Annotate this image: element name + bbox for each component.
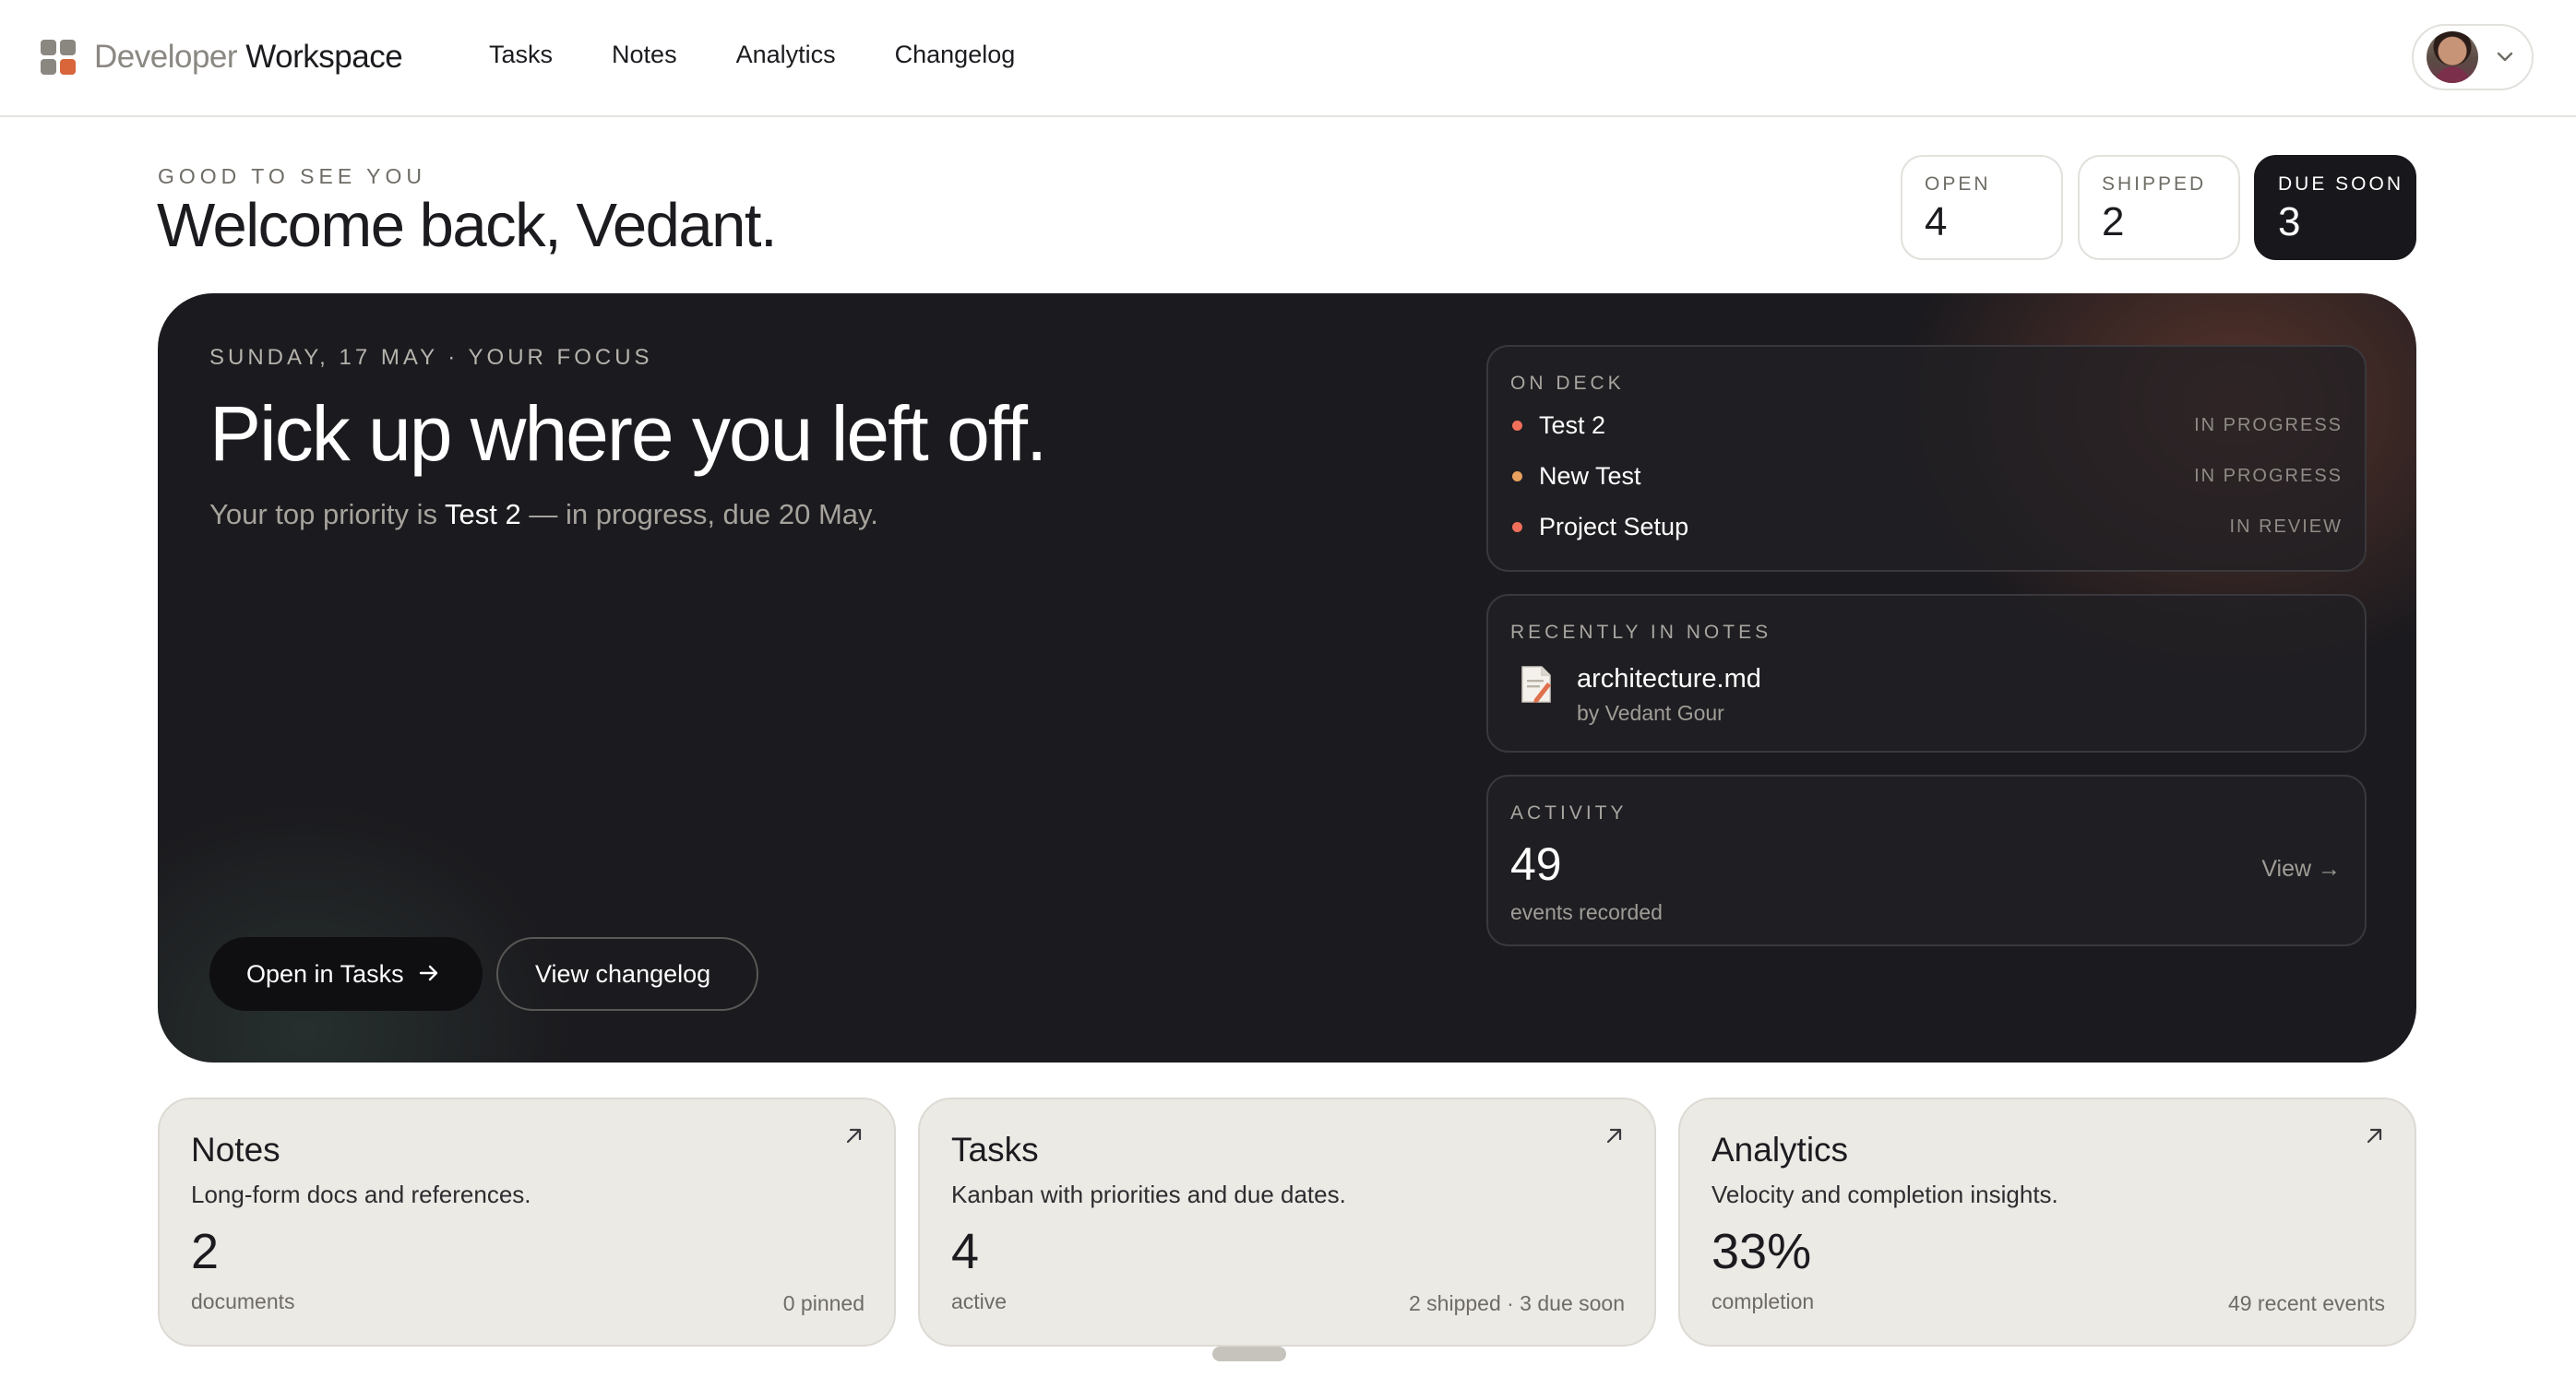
page-title: Welcome back, Vedant. xyxy=(157,191,778,260)
activity-panel: ACTIVITY 49 events recorded View → xyxy=(1486,775,2367,946)
avatar xyxy=(2427,31,2478,83)
nav-tasks[interactable]: Tasks xyxy=(489,41,553,69)
card-metric-unit: completion xyxy=(1711,1289,1815,1313)
card-description: Long-form docs and references. xyxy=(191,1181,531,1208)
on-deck-label: ON DECK xyxy=(1510,373,1625,394)
stat-shipped-label: SHIPPED xyxy=(2102,173,2207,195)
stat-open-label: OPEN xyxy=(1925,173,1991,195)
greeting-eyebrow: GOOD TO SEE YOU xyxy=(158,164,427,188)
card-metric: 2 xyxy=(191,1224,220,1279)
card-meta: 0 pinned xyxy=(782,1291,865,1315)
notes-card[interactable]: Notes Long-form docs and references. 2 d… xyxy=(158,1098,896,1347)
recent-notes-label: RECENTLY IN NOTES xyxy=(1510,622,1772,643)
view-changelog-label: View changelog xyxy=(535,959,711,988)
status-badge: IN PROGRESS xyxy=(2194,466,2343,486)
view-changelog-button[interactable]: View changelog xyxy=(496,937,758,1011)
card-description: Velocity and completion insights. xyxy=(1711,1181,2058,1208)
scroll-handle[interactable] xyxy=(1212,1347,1286,1361)
view-activity-link[interactable]: View → xyxy=(2261,856,2341,883)
status-badge: IN PROGRESS xyxy=(2194,415,2343,435)
status-dot xyxy=(1512,421,1522,431)
nav-changelog[interactable]: Changelog xyxy=(895,41,1016,69)
card-metric: 4 xyxy=(951,1224,980,1279)
hero-sub-task[interactable]: Test 2 xyxy=(445,498,521,530)
hero-subtitle: Your top priority is Test 2 — in progres… xyxy=(209,498,878,531)
activity-count: 49 xyxy=(1510,838,1562,890)
stat-shipped[interactable]: SHIPPED 2 xyxy=(2078,155,2240,260)
arrow-up-right-icon xyxy=(2363,1123,2387,1147)
focus-hero: SUNDAY, 17 MAY · YOUR FOCUS Pick up wher… xyxy=(158,293,2416,1063)
stat-open-value: 4 xyxy=(1925,199,1948,244)
stat-due-soon-label: DUE SOON xyxy=(2278,173,2404,195)
card-title: Tasks xyxy=(951,1131,1039,1169)
card-metric: 33% xyxy=(1711,1224,1812,1279)
open-in-tasks-button[interactable]: Open in Tasks xyxy=(209,937,483,1011)
brand-name-dark: Workspace xyxy=(245,39,403,75)
analytics-card[interactable]: Analytics Velocity and completion insigh… xyxy=(1678,1098,2416,1347)
recent-notes-panel[interactable]: RECENTLY IN NOTES architecture.md by Ved… xyxy=(1486,594,2367,753)
stat-open[interactable]: OPEN 4 xyxy=(1901,155,2063,260)
hero-sub-prefix: Your top priority is xyxy=(209,498,446,530)
deck-item-name: Test 2 xyxy=(1539,411,1606,439)
account-menu-button[interactable] xyxy=(2412,24,2534,90)
list-item[interactable]: Project Setup IN REVIEW xyxy=(1512,513,2343,541)
main-nav: Tasks Notes Analytics Changelog xyxy=(489,41,1074,69)
card-title: Analytics xyxy=(1711,1131,1849,1169)
activity-label: ACTIVITY xyxy=(1510,802,1628,824)
stat-due-soon-value: 3 xyxy=(2278,199,2301,244)
arrow-up-right-icon xyxy=(842,1123,866,1147)
open-in-tasks-label: Open in Tasks xyxy=(246,959,404,988)
note-author: by Vedant Gour xyxy=(1577,701,1724,725)
grid-logo-icon xyxy=(41,40,76,75)
activity-caption: events recorded xyxy=(1510,900,1663,924)
stat-shipped-value: 2 xyxy=(2102,199,2125,244)
deck-item-name: New Test xyxy=(1539,462,1641,490)
memo-icon xyxy=(1520,664,1553,705)
card-meta: 49 recent events xyxy=(2227,1291,2385,1315)
deck-item-name: Project Setup xyxy=(1539,513,1689,540)
brand-name: Developer Workspace xyxy=(94,39,403,76)
card-meta: 2 shipped · 3 due soon xyxy=(1408,1291,1625,1315)
hero-title: Pick up where you left off. xyxy=(209,390,1047,477)
tasks-card[interactable]: Tasks Kanban with priorities and due dat… xyxy=(918,1098,1656,1347)
brand-name-light: Developer xyxy=(94,39,238,75)
nav-analytics[interactable]: Analytics xyxy=(736,41,836,69)
note-title[interactable]: architecture.md xyxy=(1577,664,1761,694)
hero-sub-suffix: — in progress, due 20 May. xyxy=(520,498,878,530)
top-bar: Developer Workspace Tasks Notes Analytic… xyxy=(0,0,2576,117)
arrow-right-icon xyxy=(419,960,439,989)
chevron-down-icon xyxy=(2495,47,2515,67)
status-dot xyxy=(1512,522,1522,532)
hero-eyebrow: SUNDAY, 17 MAY · YOUR FOCUS xyxy=(209,345,653,370)
nav-notes[interactable]: Notes xyxy=(612,41,677,69)
list-item[interactable]: New Test IN PROGRESS xyxy=(1512,462,2343,491)
list-item[interactable]: Test 2 IN PROGRESS xyxy=(1512,411,2343,440)
brand[interactable]: Developer Workspace xyxy=(41,39,403,76)
arrow-up-right-icon xyxy=(1603,1123,1627,1147)
stat-due-soon[interactable]: DUE SOON 3 xyxy=(2254,155,2416,260)
status-badge: IN REVIEW xyxy=(2229,516,2343,537)
card-description: Kanban with priorities and due dates. xyxy=(951,1181,1346,1208)
card-metric-unit: documents xyxy=(191,1289,295,1313)
on-deck-panel: ON DECK Test 2 IN PROGRESS New Test IN P… xyxy=(1486,345,2367,572)
status-dot xyxy=(1512,471,1522,481)
card-title: Notes xyxy=(191,1131,280,1169)
card-metric-unit: active xyxy=(951,1289,1008,1313)
